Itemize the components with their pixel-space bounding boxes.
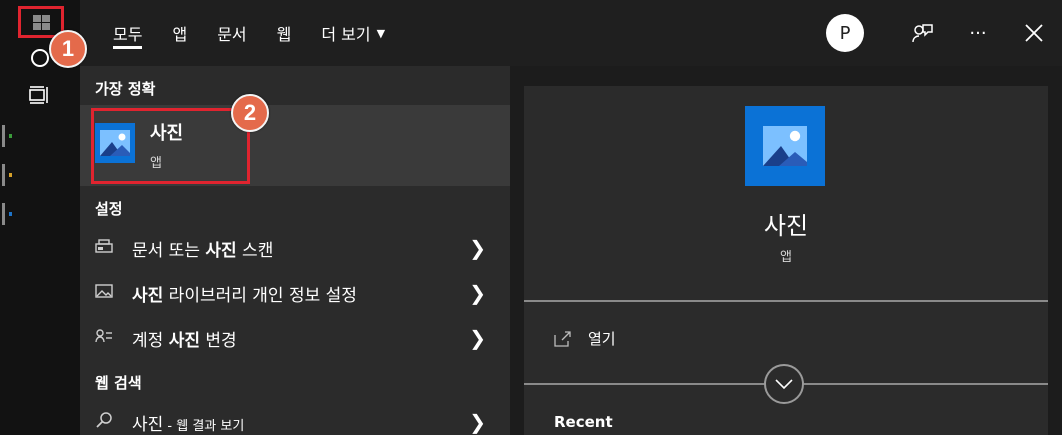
taskbar-app-dot [9,173,12,177]
best-match-subtitle: 앱 [150,156,162,171]
tab-more[interactable]: 더 보기 ▼ [306,0,400,66]
chevron-down-icon [775,379,793,390]
open-icon [554,330,571,347]
settings-item-account-picture[interactable]: 계정 사진 변경 ❯ [80,316,510,360]
image-icon [92,283,116,303]
caret-down-icon: ▼ [376,26,386,40]
close-button[interactable] [1006,0,1062,66]
chevron-right-icon: ❯ [469,281,486,305]
preview-title: 사진 [763,212,809,240]
photos-app-icon [745,106,825,186]
divider [524,300,1048,302]
tab-documents[interactable]: 문서 [202,0,261,66]
annotation-badge-1: 1 [49,30,87,68]
search-circle-icon[interactable] [31,49,49,67]
taskbar-app-dot [9,212,12,216]
search-icon [92,411,116,433]
feedback-icon [912,24,933,43]
search-tabs: 모두 앱 문서 웹 더 보기 ▼ [98,0,400,66]
more-options-button[interactable]: ··· [950,0,1006,66]
photos-app-icon [95,123,135,163]
chevron-right-icon: ❯ [469,410,486,434]
close-icon [1025,24,1043,42]
search-header: 모두 앱 문서 웹 더 보기 ▼ P ··· [80,0,1062,66]
preview-subtitle: 앱 [780,250,792,265]
results-pane: 가장 정확 사진 앱 설정 문서 또는 사진 스캔 ❯ 사진 라이브러리 개인 … [80,66,510,435]
tab-apps[interactable]: 앱 [157,0,202,66]
open-action[interactable]: 열기 [554,328,616,349]
taskbar-app-dot [9,134,12,138]
best-match-header: 가장 정확 [95,80,156,98]
taskbar-app-indicator[interactable] [2,203,5,225]
taskbar-app-indicator[interactable] [2,164,5,186]
taskbar-app-indicator[interactable] [2,125,5,147]
settings-header: 설정 [95,200,123,218]
header-actions: P ··· [826,0,1062,66]
tab-web[interactable]: 웹 [262,0,307,66]
preview-pane: 사진 앱 열기 Recent [510,66,1062,435]
settings-item-scan[interactable]: 문서 또는 사진 스캔 ❯ [80,226,510,270]
tab-all[interactable]: 모두 [98,0,157,66]
web-search-item[interactable]: 사진 - 웹 결과 보기 ❯ [80,400,510,435]
account-icon [92,328,116,348]
task-view-icon[interactable] [29,86,51,104]
annotation-badge-2: 2 [231,94,269,132]
settings-item-library-privacy[interactable]: 사진 라이브러리 개인 정보 설정 ❯ [80,271,510,315]
ellipsis-icon: ··· [969,22,987,44]
recent-header: Recent [554,413,613,431]
feedback-button[interactable] [894,0,950,66]
avatar[interactable]: P [826,14,864,52]
best-match-title: 사진 [150,123,184,144]
preview-card: 사진 앱 열기 Recent [524,86,1048,435]
web-search-header: 웹 검색 [95,374,142,392]
windows-logo-icon [32,14,50,30]
chevron-right-icon: ❯ [469,236,486,260]
chevron-right-icon: ❯ [469,326,486,350]
scanner-icon [92,238,116,258]
expand-button[interactable] [764,364,804,404]
